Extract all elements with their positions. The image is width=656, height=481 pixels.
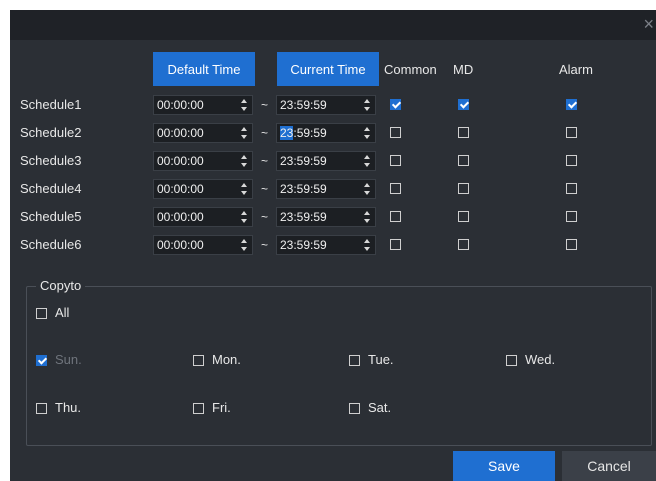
common-checkbox[interactable] xyxy=(390,127,401,138)
current-time-button[interactable]: Current Time xyxy=(277,52,379,86)
day-label-sun: Sun. xyxy=(55,352,82,367)
schedule-label: Schedule4 xyxy=(20,181,82,196)
alarm-checkbox[interactable] xyxy=(566,155,577,166)
common-checkbox[interactable] xyxy=(390,211,401,222)
cancel-button[interactable]: Cancel xyxy=(562,451,656,481)
start-time-value: 00:00:00 xyxy=(157,238,204,252)
day-label-mon: Mon. xyxy=(212,352,241,367)
end-time-input[interactable]: 23:59:59 xyxy=(276,151,376,171)
dialog-titlebar: × xyxy=(10,10,656,40)
day-checkbox-tue[interactable] xyxy=(349,355,360,366)
md-checkbox[interactable] xyxy=(458,155,469,166)
range-separator: ~ xyxy=(261,238,269,252)
end-time-input[interactable]: 23:59:59 xyxy=(276,179,376,199)
day-checkbox-sun[interactable] xyxy=(36,355,47,366)
schedule-dialog: × Default Time Current Time Common MD Al… xyxy=(10,10,656,481)
time-spinner-icon[interactable] xyxy=(240,238,250,252)
end-time-value: 23:59:59 xyxy=(280,154,327,168)
day-checkbox-sat[interactable] xyxy=(349,403,360,414)
alarm-checkbox[interactable] xyxy=(566,183,577,194)
range-separator: ~ xyxy=(261,154,269,168)
range-separator: ~ xyxy=(261,126,269,140)
time-spinner-icon[interactable] xyxy=(363,154,373,168)
day-checkbox-mon[interactable] xyxy=(193,355,204,366)
end-time-value: 23:59:59 xyxy=(280,238,327,252)
start-time-input[interactable]: 00:00:00 xyxy=(153,151,253,171)
md-checkbox[interactable] xyxy=(458,127,469,138)
common-checkbox[interactable] xyxy=(390,183,401,194)
end-time-selected-segment: 23 xyxy=(280,126,294,140)
start-time-input[interactable]: 00:00:00 xyxy=(153,95,253,115)
start-time-value: 00:00:00 xyxy=(157,182,204,196)
day-label-tue: Tue. xyxy=(368,352,394,367)
end-time-input[interactable]: 23:59:59 xyxy=(276,235,376,255)
start-time-value: 00:00:00 xyxy=(157,210,204,224)
time-spinner-icon[interactable] xyxy=(240,154,250,168)
start-time-input[interactable]: 00:00:00 xyxy=(153,179,253,199)
md-checkbox[interactable] xyxy=(458,99,469,110)
column-header-alarm: Alarm xyxy=(559,62,593,77)
start-time-input[interactable]: 00:00:00 xyxy=(153,207,253,227)
md-checkbox[interactable] xyxy=(458,211,469,222)
schedule-label: Schedule3 xyxy=(20,153,82,168)
start-time-value: 00:00:00 xyxy=(157,154,204,168)
common-checkbox[interactable] xyxy=(390,239,401,250)
day-label-thu: Thu. xyxy=(55,400,82,415)
end-time-value: 23:59:59 xyxy=(280,182,327,196)
schedule-label: Schedule6 xyxy=(20,237,82,252)
md-checkbox[interactable] xyxy=(458,239,469,250)
copyto-all-label: All xyxy=(55,305,70,320)
copyto-group xyxy=(26,286,652,446)
start-time-input[interactable]: 00:00:00 xyxy=(153,123,253,143)
range-separator: ~ xyxy=(261,182,269,196)
alarm-checkbox[interactable] xyxy=(566,211,577,222)
day-checkbox-fri[interactable] xyxy=(193,403,204,414)
md-checkbox[interactable] xyxy=(458,183,469,194)
end-time-value: 23:59:59 xyxy=(280,210,327,224)
end-time-remaining: :59:59 xyxy=(293,126,327,140)
copyto-legend: Copyto xyxy=(36,278,86,293)
day-label-fri: Fri. xyxy=(212,400,231,415)
column-header-md: MD xyxy=(453,62,474,77)
time-spinner-icon[interactable] xyxy=(363,238,373,252)
start-time-value: 00:00:00 xyxy=(157,126,204,140)
time-spinner-icon[interactable] xyxy=(363,98,373,112)
schedule-label: Schedule1 xyxy=(20,97,82,112)
save-button[interactable]: Save xyxy=(453,451,555,481)
range-separator: ~ xyxy=(261,210,269,224)
day-label-sat: Sat. xyxy=(368,400,392,415)
default-time-button[interactable]: Default Time xyxy=(153,52,255,86)
end-time-input[interactable]: 23:59:59 xyxy=(276,123,376,143)
time-spinner-icon[interactable] xyxy=(240,98,250,112)
time-spinner-icon[interactable] xyxy=(240,210,250,224)
day-checkbox-thu[interactable] xyxy=(36,403,47,414)
time-spinner-icon[interactable] xyxy=(240,182,250,196)
schedule-label: Schedule2 xyxy=(20,125,82,140)
start-time-input[interactable]: 00:00:00 xyxy=(153,235,253,255)
range-separator: ~ xyxy=(261,98,269,112)
time-spinner-icon[interactable] xyxy=(240,126,250,140)
end-time-value: 23:59:59 xyxy=(280,98,327,112)
alarm-checkbox[interactable] xyxy=(566,127,577,138)
time-spinner-icon[interactable] xyxy=(363,182,373,196)
day-checkbox-wed[interactable] xyxy=(506,355,517,366)
end-time-value: 23:59:59 xyxy=(280,124,327,142)
day-label-wed: Wed. xyxy=(525,352,556,367)
copyto-all-checkbox[interactable] xyxy=(36,308,47,319)
alarm-checkbox[interactable] xyxy=(566,239,577,250)
schedule-label: Schedule5 xyxy=(20,209,82,224)
common-checkbox[interactable] xyxy=(390,155,401,166)
close-icon[interactable]: × xyxy=(643,14,654,34)
alarm-checkbox[interactable] xyxy=(566,99,577,110)
time-spinner-icon[interactable] xyxy=(363,126,373,140)
common-checkbox[interactable] xyxy=(390,99,401,110)
column-header-common: Common xyxy=(384,62,437,77)
start-time-value: 00:00:00 xyxy=(157,98,204,112)
time-spinner-icon[interactable] xyxy=(363,210,373,224)
end-time-input[interactable]: 23:59:59 xyxy=(276,207,376,227)
end-time-input[interactable]: 23:59:59 xyxy=(276,95,376,115)
